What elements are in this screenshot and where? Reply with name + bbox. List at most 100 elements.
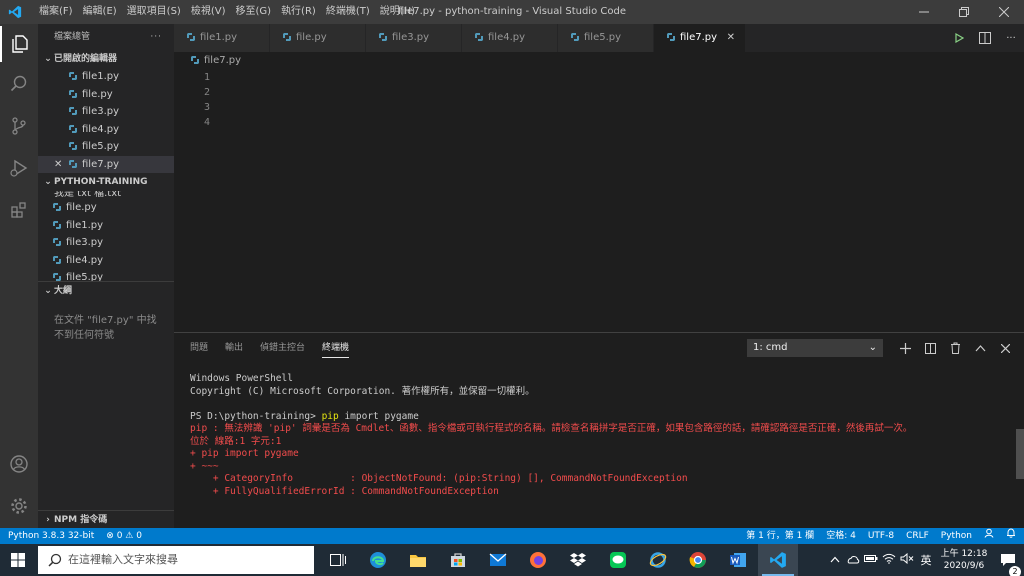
close-tab-button[interactable]: ✕ (727, 24, 735, 52)
menu-selection[interactable]: 選取項目(S) (122, 0, 186, 24)
explorer-activity[interactable] (0, 26, 38, 62)
search-activity[interactable] (0, 66, 38, 102)
encoding[interactable]: UTF-8 (868, 528, 894, 544)
maximize-panel-button[interactable] (968, 333, 993, 363)
tab-output[interactable]: 輸出 (225, 333, 243, 363)
terminal-prompt-line: PS D:\python-training> pip import pygame (190, 411, 1010, 424)
terminal-error-line: + FullyQualifiedErrorId : CommandNotFoun… (190, 485, 499, 497)
vscode-logo-icon[interactable] (8, 5, 22, 19)
taskbar-clock[interactable]: 上午 12:18 2020/9/6 (936, 548, 992, 572)
battery-tray[interactable] (862, 554, 880, 566)
tab-file3[interactable]: file3.py (366, 24, 462, 52)
open-editor-item[interactable]: file1.py (38, 68, 174, 86)
run-debug-activity[interactable] (0, 150, 38, 186)
problems-status[interactable]: ⊗ 0 ⚠ 0 (106, 528, 142, 544)
close-editor-button[interactable]: ✕ (54, 156, 62, 174)
tab-file1[interactable]: file1.py (174, 24, 270, 52)
taskbar-word[interactable] (718, 544, 758, 576)
tab-terminal[interactable]: 終端機 (322, 333, 350, 363)
file-tree-item[interactable]: file4.py (38, 252, 174, 270)
open-editor-item-active[interactable]: ✕ file7.py (38, 155, 174, 174)
terminal-scrollbar[interactable] (1016, 429, 1024, 479)
open-editor-item[interactable]: file5.py (38, 138, 174, 156)
restore-button[interactable] (944, 0, 984, 24)
taskbar-line[interactable] (598, 544, 638, 576)
editor-more-button[interactable]: ··· (998, 24, 1024, 52)
taskbar-file-explorer[interactable] (398, 544, 438, 576)
action-center-button[interactable]: 2 (992, 553, 1024, 576)
npm-scripts-section[interactable]: › NPM 指令碼 (38, 510, 174, 528)
file-tree-item-partial[interactable]: 我是 txt 檔.txt (38, 191, 174, 199)
kill-terminal-button[interactable] (943, 333, 968, 363)
project-section[interactable]: ⌄ PYTHON-TRAINING (38, 173, 174, 191)
end-of-line[interactable]: CRLF (906, 528, 929, 544)
open-editor-item[interactable]: file.py (38, 86, 174, 104)
tab-label: file7.py (680, 32, 718, 43)
taskbar-firefox[interactable] (518, 544, 558, 576)
task-view-button[interactable] (318, 544, 358, 576)
onedrive-tray[interactable] (844, 554, 862, 567)
terminal-output[interactable]: Windows PowerShell Copyright (C) Microso… (190, 373, 1010, 498)
open-editors-section[interactable]: ⌄ 已開啟的編輯器 (38, 50, 174, 68)
more-actions-button[interactable]: ··· (150, 24, 162, 50)
run-file-button[interactable] (946, 24, 972, 52)
extensions-activity[interactable] (0, 192, 38, 228)
python-interpreter[interactable]: Python 3.8.3 32-bit (8, 528, 94, 544)
menu-edit[interactable]: 編輯(E) (78, 0, 122, 24)
open-editor-item[interactable]: file3.py (38, 103, 174, 121)
taskbar-store[interactable] (438, 544, 478, 576)
tab-file7-active[interactable]: file7.py ✕ (654, 24, 746, 52)
tab-problems[interactable]: 問題 (190, 333, 208, 363)
language-mode[interactable]: Python (941, 528, 972, 544)
menu-help[interactable]: 說明(H) (375, 0, 420, 24)
cursor-position[interactable]: 第 1 行，第 1 欄 (746, 528, 814, 544)
tab-file4[interactable]: file4.py (462, 24, 558, 52)
split-editor-button[interactable] (972, 24, 998, 52)
taskbar-mail[interactable] (478, 544, 518, 576)
start-button[interactable] (0, 544, 36, 576)
new-terminal-button[interactable] (893, 333, 918, 363)
feedback-button[interactable] (984, 528, 994, 544)
python-file-icon (53, 203, 61, 211)
menu-view[interactable]: 檢視(V) (186, 0, 231, 24)
accounts-activity[interactable] (0, 446, 38, 482)
taskbar-ie[interactable] (638, 544, 678, 576)
menu-run[interactable]: 執行(R) (276, 0, 321, 24)
breadcrumb[interactable]: file7.py (174, 52, 241, 70)
file-tree-item[interactable]: file5.py (38, 269, 174, 281)
tab-file5[interactable]: file5.py (558, 24, 654, 52)
manage-activity[interactable] (0, 488, 38, 524)
taskbar-search-box[interactable]: 在這裡輸入文字來搜尋 (38, 546, 314, 574)
menu-go[interactable]: 移至(G) (231, 0, 277, 24)
menu-terminal[interactable]: 終端機(T) (321, 0, 375, 24)
close-window-button[interactable] (984, 0, 1024, 24)
outline-title: 大綱 (54, 286, 73, 296)
menu-file[interactable]: 檔案(F) (34, 0, 78, 24)
ime-indicator[interactable]: 英 (916, 552, 936, 568)
open-editor-item[interactable]: file4.py (38, 121, 174, 139)
taskbar-vscode[interactable] (758, 544, 798, 576)
python-file-icon (571, 33, 579, 41)
tab-debug-console[interactable]: 偵錯主控台 (260, 333, 305, 363)
file-tree-item[interactable]: file1.py (38, 217, 174, 235)
taskbar-chrome[interactable] (678, 544, 718, 576)
file-tree-item[interactable]: file.py (38, 199, 174, 217)
show-hidden-icons-button[interactable] (826, 555, 844, 566)
volume-tray[interactable] (898, 552, 916, 567)
terminal-select[interactable]: 1: cmd ⌄ (747, 339, 883, 357)
close-panel-button[interactable] (993, 333, 1018, 363)
outline-section[interactable]: ⌄ 大綱 (38, 281, 174, 299)
indentation[interactable]: 空格: 4 (826, 528, 856, 544)
notifications-button[interactable] (1006, 528, 1016, 544)
split-terminal-button[interactable] (918, 333, 943, 363)
tab-file[interactable]: file.py (270, 24, 366, 52)
taskbar-dropbox[interactable] (558, 544, 598, 576)
terminal-error-line: + pip import pygame (190, 448, 299, 459)
source-control-activity[interactable] (0, 108, 38, 144)
file-tree-item[interactable]: file3.py (38, 234, 174, 252)
python-file-icon (69, 159, 77, 168)
minimize-button[interactable] (904, 0, 944, 24)
wifi-tray[interactable] (880, 553, 898, 567)
taskbar-edge[interactable] (358, 544, 398, 576)
